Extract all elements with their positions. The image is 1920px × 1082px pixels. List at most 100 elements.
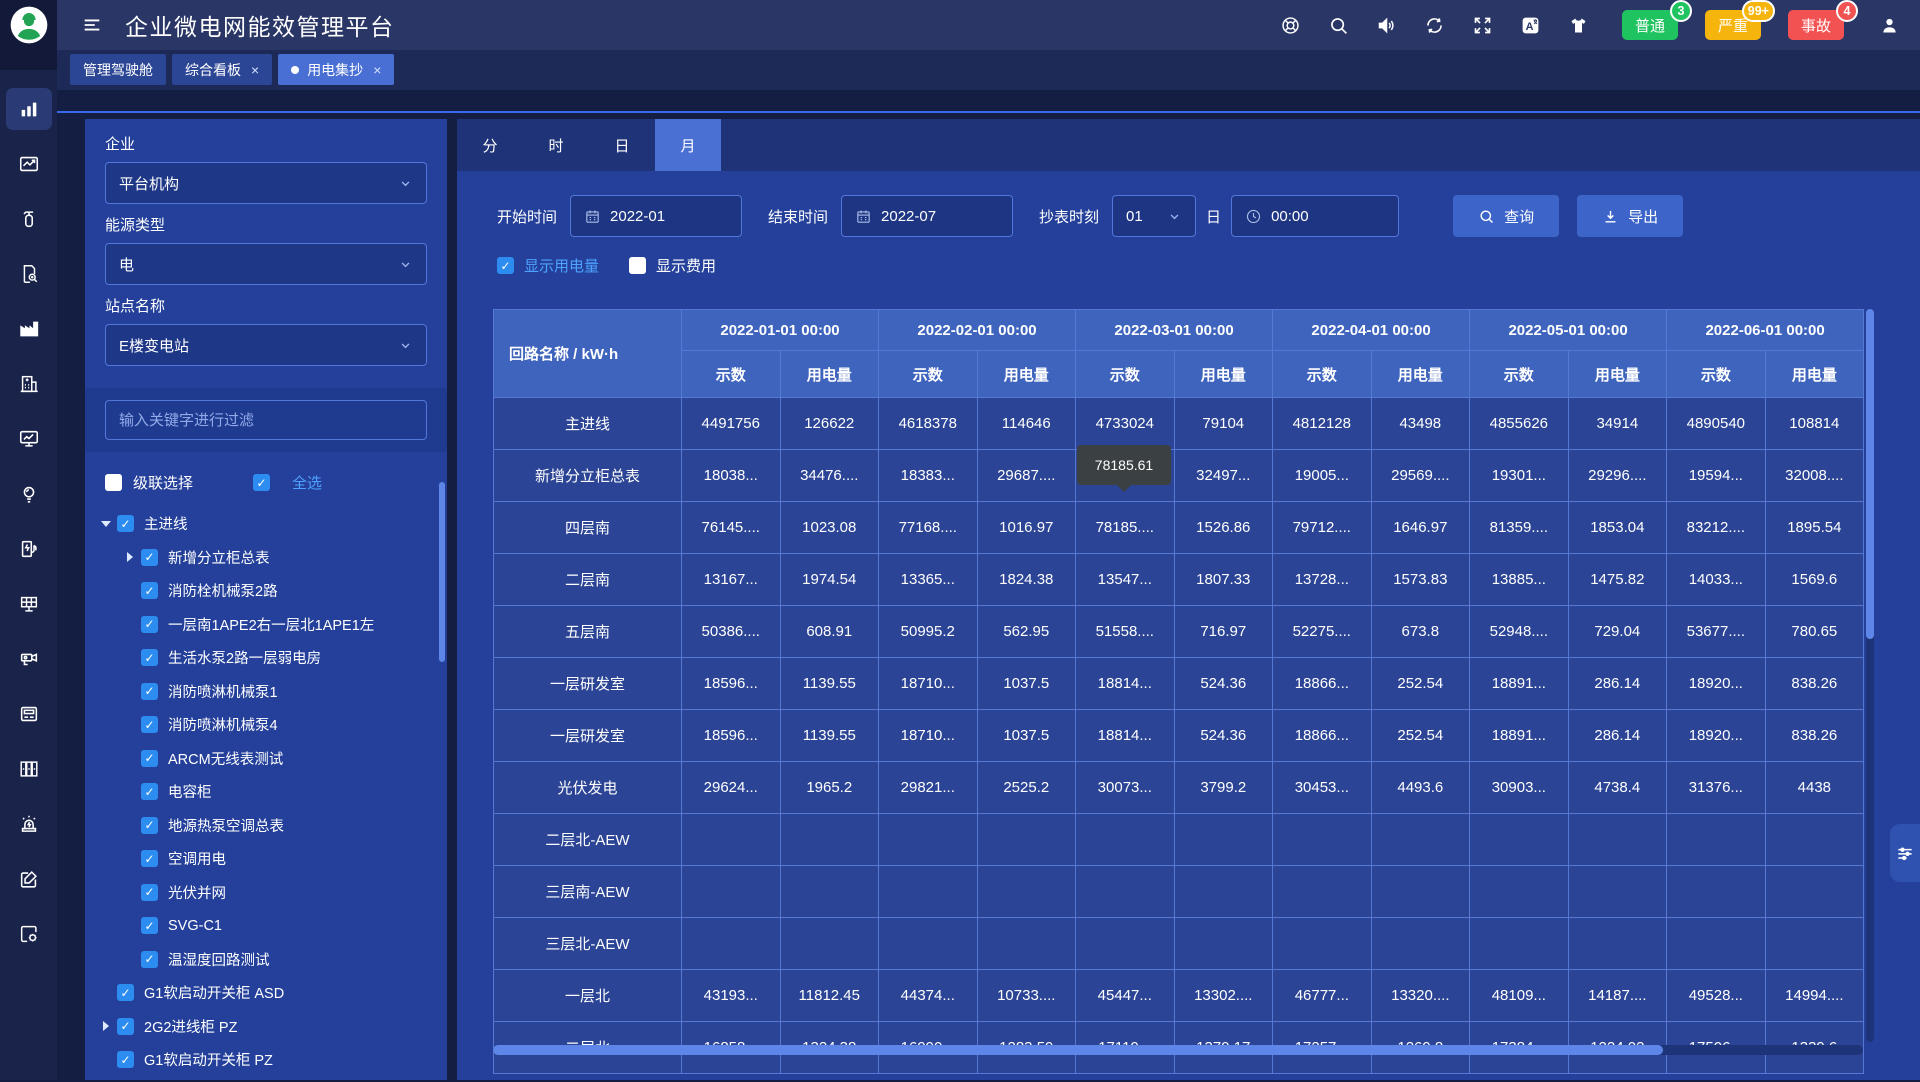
tree-node-checkbox[interactable]: ✓: [117, 984, 134, 1001]
tree-node-checkbox[interactable]: ✓: [117, 515, 134, 532]
period-tabs: 分时日月: [457, 119, 1920, 171]
value-cell: 252.54: [1371, 658, 1470, 710]
tree-node[interactable]: ✓FC演示箱: [99, 1077, 447, 1081]
meter-clock-input[interactable]: 00:00: [1231, 195, 1399, 237]
sidebar-item-system-settings[interactable]: [6, 913, 52, 955]
tree-node[interactable]: ✓G1软启动开关柜 PZ: [99, 1043, 447, 1077]
refresh-icon[interactable]: [1424, 15, 1445, 36]
value-cell: 18866...: [1273, 710, 1372, 762]
sidebar-item-meter-device[interactable]: [6, 693, 52, 735]
sidebar-item-edit-compose[interactable]: [6, 858, 52, 900]
alarm-badge[interactable]: 普通3: [1622, 10, 1678, 40]
column-settings-handle[interactable]: [1890, 824, 1920, 882]
app-logo[interactable]: [0, 0, 57, 70]
search-icon[interactable]: [1328, 15, 1349, 36]
show-energy-checkbox[interactable]: ✓: [497, 257, 514, 274]
tree-node[interactable]: ✓温湿度回路测试: [99, 943, 447, 977]
table-horizontal-scrollbar[interactable]: [493, 1045, 1863, 1055]
tree-node[interactable]: ✓空调用电: [99, 842, 447, 876]
menu-toggle-icon[interactable]: [81, 14, 103, 36]
sidebar-item-hospital-building[interactable]: [6, 363, 52, 405]
tree-node[interactable]: ✓电容柜: [99, 775, 447, 809]
tree-node-checkbox[interactable]: ✓: [117, 1018, 134, 1035]
show-cost-checkbox[interactable]: [629, 257, 646, 274]
period-tab[interactable]: 日: [589, 119, 655, 171]
period-tab[interactable]: 月: [655, 119, 721, 171]
help-icon[interactable]: [1280, 15, 1301, 36]
end-date-input[interactable]: 2022-07: [841, 195, 1013, 237]
sidebar-item-solar-panel[interactable]: [6, 583, 52, 625]
tree-node[interactable]: ✓主进线: [99, 507, 447, 541]
tree-node-checkbox[interactable]: ✓: [141, 817, 158, 834]
sidebar-item-bar-chart[interactable]: [6, 88, 52, 130]
tree-node-checkbox[interactable]: ✓: [141, 884, 158, 901]
nav-tab[interactable]: 综合看板×: [172, 54, 272, 85]
caret-right-icon[interactable]: [99, 1021, 113, 1031]
period-tab[interactable]: 时: [523, 119, 589, 171]
tree-node[interactable]: ✓ 生活水泵2路一层弱电房: [99, 641, 447, 675]
fullscreen-icon[interactable]: [1472, 15, 1493, 36]
period-tab[interactable]: 分: [457, 119, 523, 171]
tree-node-checkbox[interactable]: ✓: [141, 716, 158, 733]
tree-node-checkbox[interactable]: ✓: [141, 917, 158, 934]
tree-node-checkbox[interactable]: ✓: [141, 683, 158, 700]
tree-node[interactable]: ✓消防喷淋机械泵1: [99, 675, 447, 709]
tree-node-checkbox[interactable]: ✓: [141, 783, 158, 800]
tree-node[interactable]: ✓G1软启动开关柜 ASD: [99, 976, 447, 1010]
sidebar-item-trend-chart[interactable]: [6, 143, 52, 185]
tree-node-checkbox[interactable]: ✓: [141, 951, 158, 968]
table-vertical-scrollbar[interactable]: [1866, 309, 1874, 1042]
volume-icon[interactable]: [1376, 15, 1397, 36]
theme-skin-icon[interactable]: [1568, 15, 1589, 36]
tree-scrollbar[interactable]: [439, 482, 445, 662]
sidebar-item-bulb[interactable]: [6, 473, 52, 515]
tree-node-checkbox[interactable]: ✓: [141, 582, 158, 599]
station-select[interactable]: E楼变电站: [105, 324, 427, 366]
tree-node[interactable]: ✓2G2进线柜 PZ: [99, 1010, 447, 1044]
meter-day-select[interactable]: 01: [1112, 195, 1196, 237]
energy-type-select[interactable]: 电: [105, 243, 427, 285]
tree-node-checkbox[interactable]: ✓: [117, 1051, 134, 1068]
sidebar-item-cctv-camera[interactable]: [6, 638, 52, 680]
tree-node[interactable]: ✓SVG-C1: [99, 909, 447, 943]
alarm-badge[interactable]: 严重99+: [1705, 10, 1761, 40]
tree-node[interactable]: ✓光伏并网: [99, 876, 447, 910]
nav-tab[interactable]: 管理驾驶舱: [70, 54, 166, 85]
value-cell: 562.95: [977, 606, 1076, 658]
tree-node-checkbox[interactable]: ✓: [141, 850, 158, 867]
sidebar-item-archive-cabinet[interactable]: [6, 748, 52, 790]
user-icon[interactable]: [1879, 15, 1900, 36]
tree-node-checkbox[interactable]: ✓: [141, 750, 158, 767]
select-all-checkbox[interactable]: ✓: [253, 474, 270, 491]
tree-node[interactable]: ✓地源热泵空调总表: [99, 809, 447, 843]
tree-node-label: 生活水泵2路一层弱电房: [168, 647, 321, 668]
tree-node-checkbox[interactable]: ✓: [141, 549, 158, 566]
tree-node[interactable]: ✓消防栓机械泵2路: [99, 574, 447, 608]
value-cell: 34476....: [780, 450, 879, 502]
close-icon[interactable]: ×: [251, 62, 259, 78]
caret-right-icon[interactable]: [123, 552, 137, 562]
tree-node[interactable]: ✓新增分立柜总表: [99, 541, 447, 575]
sidebar-item-monitor-chart[interactable]: [6, 418, 52, 460]
nav-tab[interactable]: 用电集抄×: [278, 54, 394, 85]
export-button[interactable]: 导出: [1577, 195, 1683, 237]
sidebar-item-patrol-inspection[interactable]: [6, 253, 52, 295]
company-select[interactable]: 平台机构: [105, 162, 427, 204]
language-icon[interactable]: A: [1520, 15, 1541, 36]
alarm-badge[interactable]: 事故4: [1788, 10, 1844, 40]
tree-node[interactable]: ✓ARCM无线表测试: [99, 742, 447, 776]
start-date-input[interactable]: 2022-01: [570, 195, 742, 237]
tree-node-checkbox[interactable]: ✓: [141, 616, 158, 633]
cascade-checkbox[interactable]: [105, 474, 122, 491]
query-button[interactable]: 查询: [1453, 195, 1559, 237]
tree-node-checkbox[interactable]: ✓: [141, 649, 158, 666]
tree-node[interactable]: ✓一层南1APE2右一层北1APE1左: [99, 608, 447, 642]
sidebar-item-ev-charger[interactable]: [6, 528, 52, 570]
tree-filter-input[interactable]: [105, 400, 427, 440]
tree-node[interactable]: ✓消防喷淋机械泵4: [99, 708, 447, 742]
sidebar-item-factory[interactable]: [6, 308, 52, 350]
close-icon[interactable]: ×: [373, 62, 381, 78]
sidebar-item-alarm-beacon[interactable]: [6, 803, 52, 845]
caret-down-icon[interactable]: [99, 516, 113, 532]
sidebar-item-fire-extinguisher[interactable]: [6, 198, 52, 240]
